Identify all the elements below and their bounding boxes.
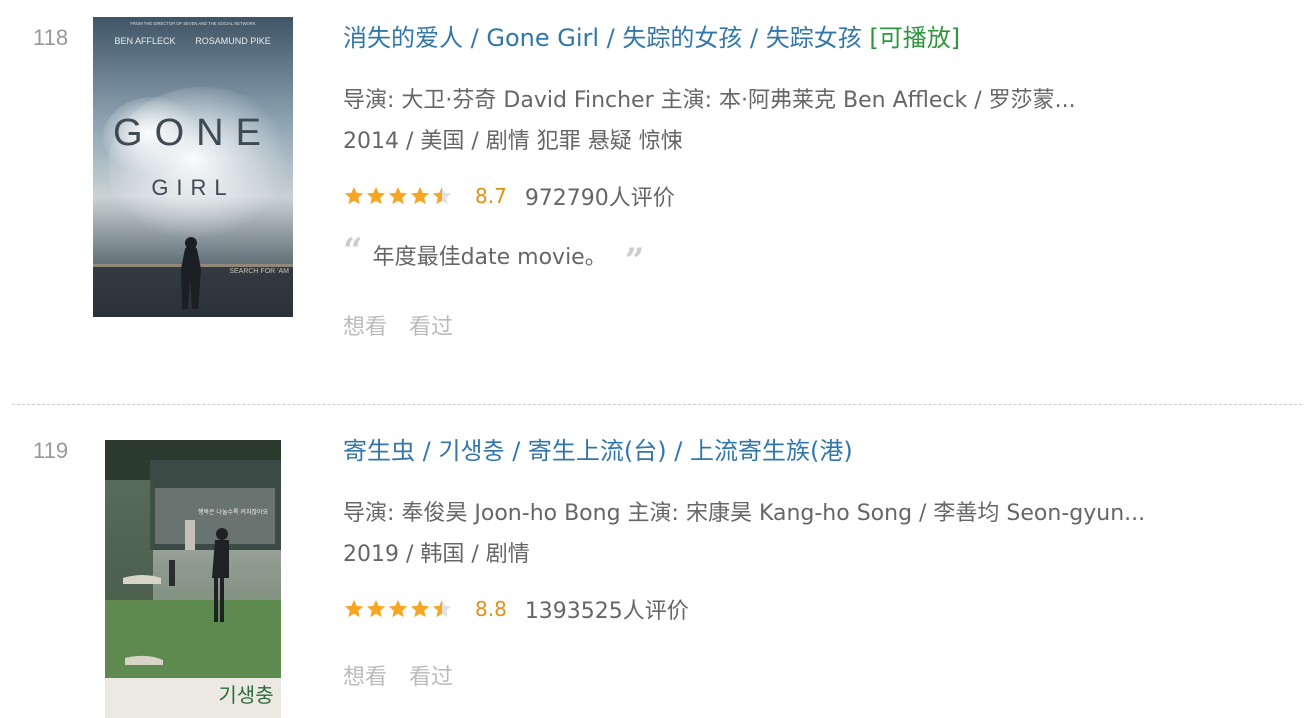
movie-meta: 导演: 大卫·芬奇 David Fincher 主演: 本·阿弗莱克 Ben A…	[343, 80, 1284, 162]
star-full-icon	[366, 186, 386, 205]
movie-list-page: 118 FROM THE DIRECTOR OF SEVEN AND THE S…	[0, 0, 1304, 718]
movie-actions: 想看 看过	[343, 659, 1284, 691]
want-to-watch-button[interactable]: 想看	[343, 309, 387, 341]
year-region-genre: 2019 / 韩国 / 剧情	[343, 542, 530, 567]
movie-item: 119 행복은 나눌수록 커지잖아요 기생충 寄生虫 / 기생충 / 寄生上流(…	[0, 406, 1304, 718]
year-region-genre: 2014 / 美国 / 剧情 犯罪 悬疑 惊悚	[343, 129, 683, 154]
star-full-icon	[344, 599, 364, 618]
rating-score: 8.7	[475, 184, 507, 208]
movie-info: 寄生虫 / 기생충 / 寄生上流(台) / 上流寄生族(港) 导演: 奉俊昊 J…	[343, 433, 1284, 691]
movie-title: 消失的爱人	[343, 24, 463, 52]
movie-poster[interactable]: 행복은 나눌수록 커지잖아요 기생충	[105, 440, 281, 718]
vote-count: 1393525人评价	[524, 599, 689, 624]
director-cast: 导演: 大卫·芬奇 David Fincher 主演: 本·阿弗莱克 Ben A…	[343, 88, 1076, 113]
movie-actions: 想看 看过	[343, 309, 1284, 341]
movie-meta: 导演: 奉俊昊 Joon-ho Bong 主演: 宋康昊 Kang-ho Son…	[343, 493, 1284, 575]
alt-titles: / Gone Girl / 失踪的女孩 / 失踪女孩	[463, 24, 862, 52]
poster-tagline: SEARCH FOR 'AM	[229, 268, 289, 275]
playable-badge: [可播放]	[869, 24, 961, 52]
title-line: 寄生虫 / 기생충 / 寄生上流(台) / 上流寄生族(港)	[343, 433, 1284, 469]
star-half-icon	[432, 599, 452, 618]
quote-open-icon: “	[343, 231, 363, 271]
star-full-icon	[410, 599, 430, 618]
star-full-icon	[388, 599, 408, 618]
star-full-icon	[344, 186, 364, 205]
poster-title-2: GIRL	[151, 175, 234, 200]
watched-button[interactable]: 看过	[409, 309, 453, 341]
item-divider	[12, 404, 1302, 405]
title-line: 消失的爱人 / Gone Girl / 失踪的女孩 / 失踪女孩 [可播放]	[343, 20, 1284, 56]
star-full-icon	[388, 186, 408, 205]
rank-number: 119	[33, 438, 69, 463]
rating-row: 8.7 972790人评价	[343, 178, 1284, 214]
movie-title-link[interactable]: 寄生虫 / 기생충 / 寄生上流(台) / 上流寄生族(港)	[343, 437, 853, 465]
vote-count: 972790人评价	[524, 186, 675, 211]
movie-poster[interactable]: FROM THE DIRECTOR OF SEVEN AND THE SOCIA…	[93, 17, 293, 317]
movie-title-link[interactable]: 消失的爱人 / Gone Girl / 失踪的女孩 / 失踪女孩	[343, 24, 869, 52]
star-full-icon	[366, 599, 386, 618]
quote-text: 年度最佳date movie。	[372, 245, 607, 270]
quote-close-icon: ”	[624, 241, 645, 281]
director-cast: 导演: 奉俊昊 Joon-ho Bong 主演: 宋康昊 Kang-ho Son…	[343, 501, 1146, 526]
rating-stars	[343, 185, 453, 207]
star-full-icon	[410, 186, 430, 205]
poster-korean-title: 기생충	[218, 683, 273, 707]
star-half-icon	[432, 186, 452, 205]
movie-item: 118 FROM THE DIRECTOR OF SEVEN AND THE S…	[0, 0, 1304, 404]
rank-number: 118	[33, 25, 69, 50]
movie-info: 消失的爱人 / Gone Girl / 失踪的女孩 / 失踪女孩 [可播放] 导…	[343, 20, 1284, 341]
rating-score: 8.8	[475, 597, 507, 621]
rating-stars	[343, 598, 453, 620]
watched-button[interactable]: 看过	[409, 659, 453, 691]
movie-title: 寄生虫	[343, 437, 415, 465]
rating-row: 8.8 1393525人评价	[343, 591, 1284, 627]
movie-quote: “ 年度最佳date movie。 ”	[343, 231, 1284, 278]
poster-title-1: GONE	[113, 112, 273, 154]
poster-slogan: 행복은 나눌수록 커지잖아요	[198, 508, 269, 516]
poster-top-text: FROM THE DIRECTOR OF SEVEN AND THE SOCIA…	[130, 21, 255, 26]
alt-titles: / 기생충 / 寄生上流(台) / 上流寄生族(港)	[415, 437, 853, 465]
poster-actor-2: ROSAMUND PIKE	[195, 36, 271, 46]
poster-actor-1: BEN AFFLECK	[114, 36, 175, 46]
want-to-watch-button[interactable]: 想看	[343, 659, 387, 691]
